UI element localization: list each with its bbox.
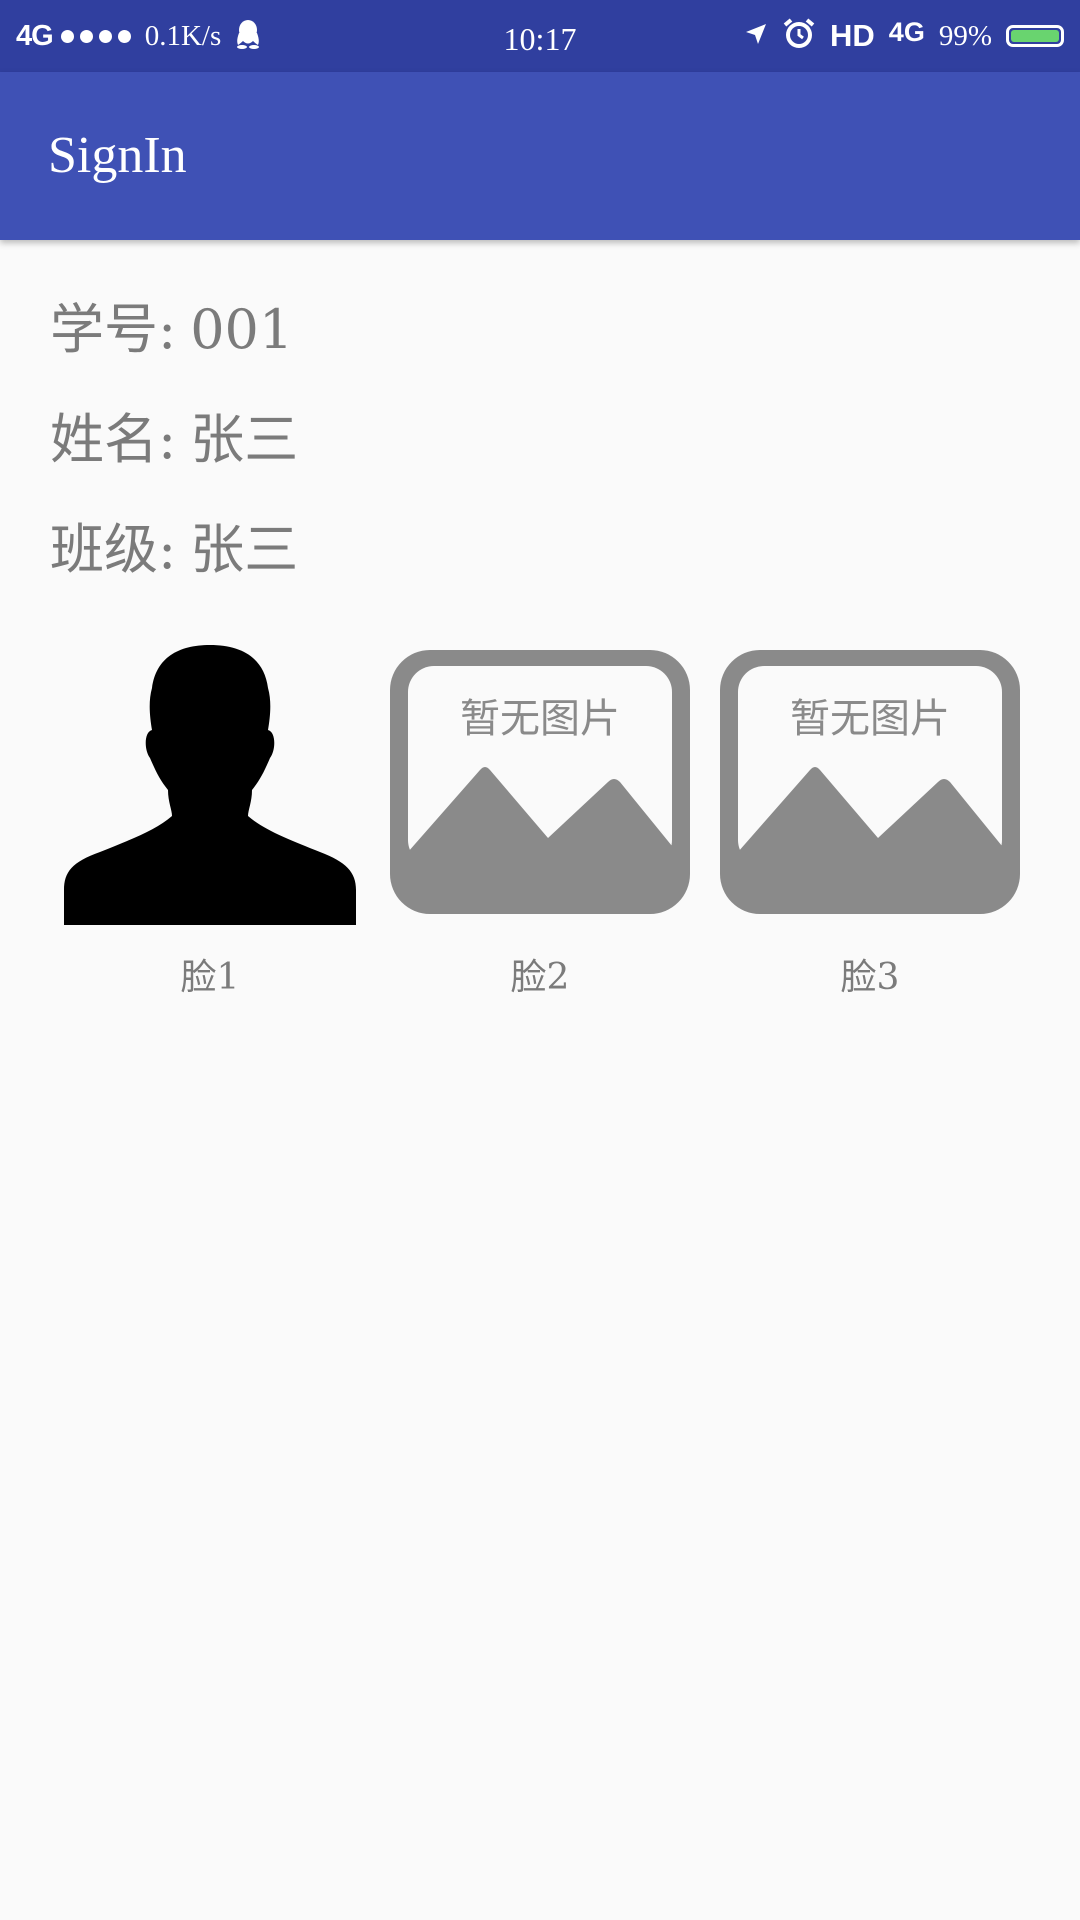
battery-percent: 99% — [938, 19, 992, 52]
student-name-label: 姓名: — [50, 408, 177, 471]
student-class-value: 张三 — [190, 518, 299, 581]
location-arrow-icon — [744, 22, 768, 51]
student-id-row: 学号: 001 — [50, 290, 298, 400]
placeholder-text: 暂无图片 — [790, 696, 950, 742]
status-right: HD 4G 99% — [744, 0, 1064, 72]
student-class-label: 班级: — [50, 518, 177, 581]
no-image-placeholder-icon[interactable]: 暂无图片 — [720, 640, 1020, 930]
face-label: 脸2 — [510, 957, 570, 998]
face-3[interactable]: 暂无图片 脸3 — [720, 640, 1020, 1000]
battery-icon — [1006, 25, 1064, 47]
status-bar: 4G 0.1K/s 10:17 HD 4G 99% — [0, 0, 1080, 72]
student-name-value: 张三 — [190, 408, 299, 471]
student-info: 学号: 001 姓名: 张三 班级: 张三 — [50, 290, 298, 620]
student-id-label: 学号: — [50, 298, 177, 361]
network-type-right: 4G — [888, 16, 925, 47]
placeholder-text: 暂无图片 — [460, 696, 620, 742]
face-1[interactable]: 脸1 — [60, 640, 360, 1000]
person-silhouette-icon[interactable] — [60, 640, 360, 930]
app-bar: SignIn — [0, 72, 1080, 240]
face-label: 脸1 — [180, 957, 240, 998]
student-class-row: 班级: 张三 — [50, 510, 298, 620]
student-id-value: 001 — [190, 298, 294, 361]
alarm-icon — [782, 17, 816, 56]
hd-indicator: HD — [830, 18, 875, 53]
student-name-row: 姓名: 张三 — [50, 400, 298, 510]
face-2[interactable]: 暂无图片 脸2 — [390, 640, 690, 1000]
face-label: 脸3 — [840, 957, 900, 998]
app-title: SignIn — [48, 127, 187, 184]
no-image-placeholder-icon[interactable]: 暂无图片 — [390, 640, 690, 930]
